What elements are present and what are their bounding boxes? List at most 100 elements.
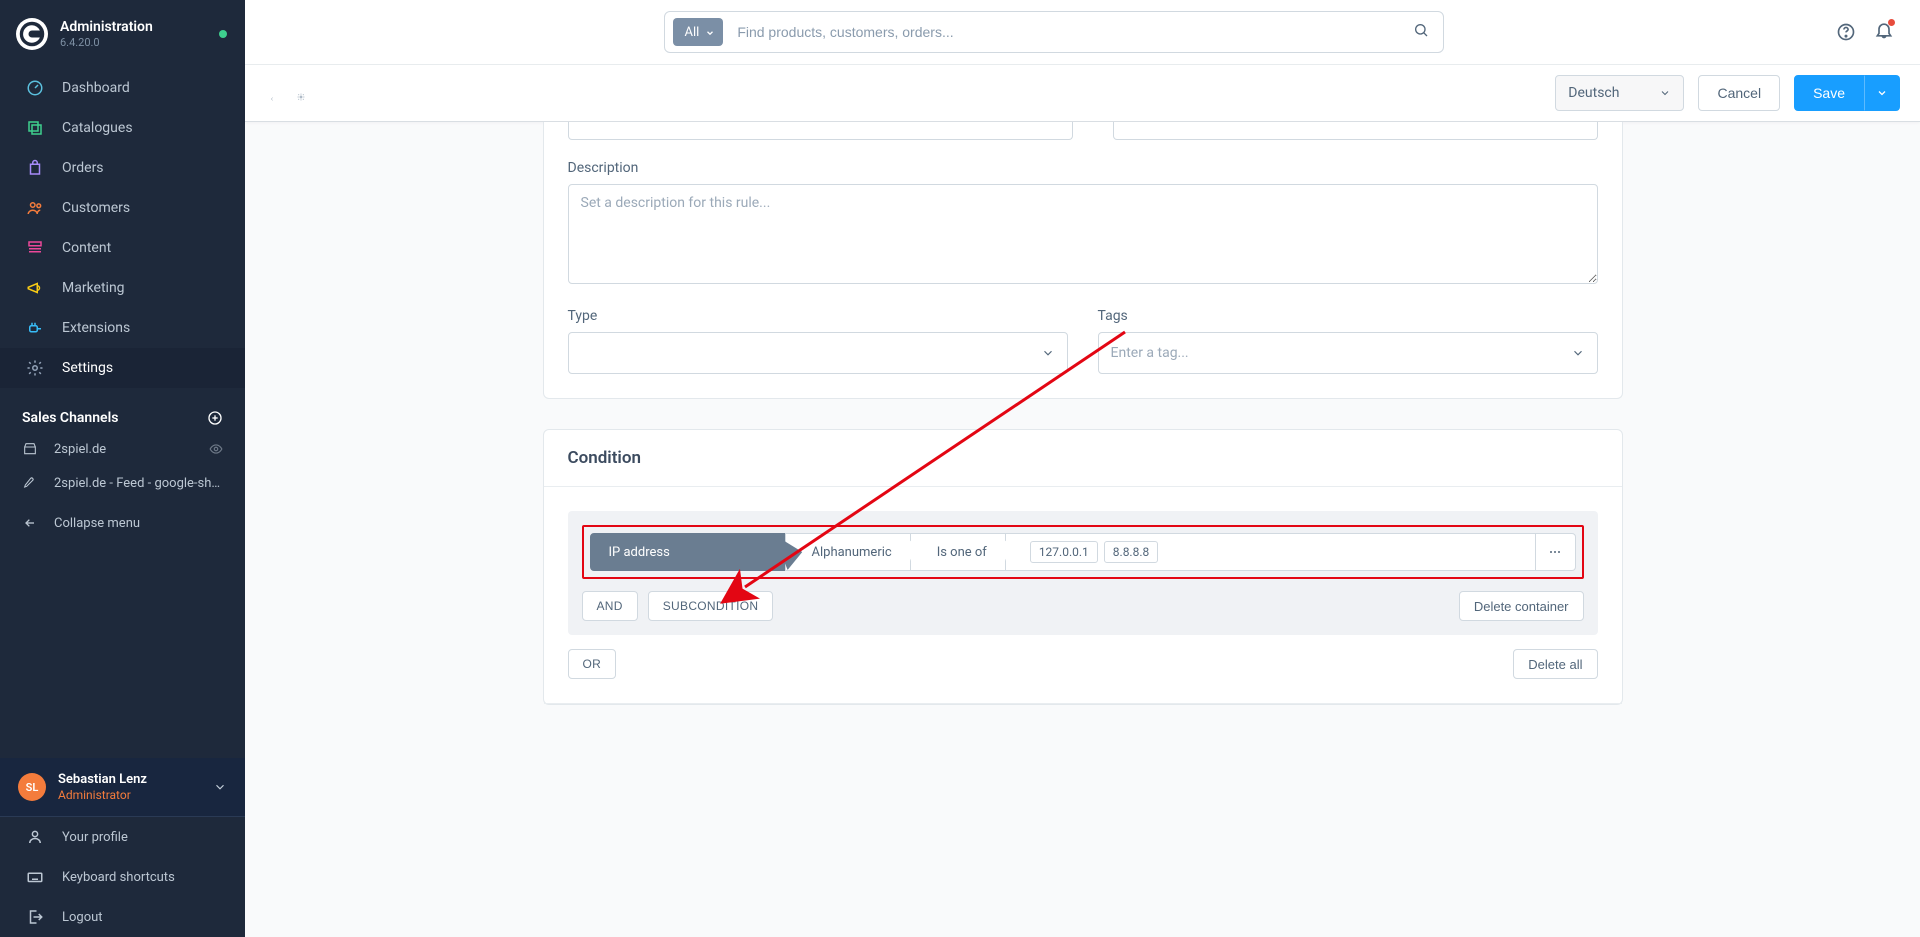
notifications-button[interactable] bbox=[1874, 20, 1894, 44]
type-label: Type bbox=[568, 308, 1068, 324]
tags-select[interactable]: Enter a tag... bbox=[1098, 332, 1598, 374]
channel-item[interactable]: 2spiel.de bbox=[0, 432, 245, 466]
chevron-down-icon bbox=[1041, 346, 1055, 360]
value-tag[interactable]: 127.0.0.1 bbox=[1030, 541, 1098, 563]
nav-content[interactable]: Content bbox=[0, 228, 245, 268]
rule-values-input[interactable]: 127.0.0.1 8.8.8.8 bbox=[1005, 533, 1536, 571]
chevron-down-icon bbox=[705, 27, 715, 37]
nav-marketing[interactable]: Marketing bbox=[0, 268, 245, 308]
subcondition-button[interactable]: SUBCONDITION bbox=[648, 591, 774, 621]
user-panel[interactable]: SL Sebastian Lenz Administrator bbox=[0, 758, 245, 816]
value-tag[interactable]: 8.8.8.8 bbox=[1104, 541, 1158, 563]
rule-field-label: IP address bbox=[609, 545, 670, 560]
sidebar-header: Administration 6.4.20.0 bbox=[0, 0, 245, 68]
language-label: Deutsch bbox=[1568, 85, 1619, 101]
tags-placeholder: Enter a tag... bbox=[1111, 345, 1189, 361]
keyboard-icon bbox=[26, 868, 44, 886]
priority-input-stub[interactable] bbox=[1113, 122, 1598, 140]
nav-label: Settings bbox=[62, 360, 113, 376]
cancel-button[interactable]: Cancel bbox=[1698, 75, 1780, 111]
delete-container-button[interactable]: Delete container bbox=[1459, 591, 1584, 621]
description-label: Description bbox=[568, 160, 1598, 176]
chevron-down-icon bbox=[213, 780, 227, 794]
searchbar: All bbox=[664, 11, 1444, 53]
nav-customers[interactable]: Customers bbox=[0, 188, 245, 228]
add-channel-icon[interactable] bbox=[207, 410, 223, 426]
save-dropdown-button[interactable] bbox=[1864, 75, 1900, 111]
rule-operator-label: Is one of bbox=[937, 545, 987, 560]
content-scroll[interactable]: Description Type Tags bbox=[245, 122, 1920, 937]
help-icon[interactable] bbox=[1836, 22, 1856, 42]
person-icon bbox=[26, 828, 44, 846]
topbar: All bbox=[245, 0, 1920, 65]
nav-label: Content bbox=[62, 240, 111, 256]
search-button[interactable] bbox=[1399, 22, 1443, 42]
nav-catalogues[interactable]: Catalogues bbox=[0, 108, 245, 148]
delete-all-button[interactable]: Delete all bbox=[1513, 649, 1597, 679]
or-button[interactable]: OR bbox=[568, 649, 617, 679]
section-label: Sales Channels bbox=[22, 410, 118, 426]
collapse-label: Collapse menu bbox=[54, 516, 140, 531]
nav-label: Extensions bbox=[62, 320, 130, 336]
back-button[interactable] bbox=[265, 86, 279, 100]
users-icon bbox=[26, 199, 44, 217]
collapse-menu[interactable]: Collapse menu bbox=[0, 506, 245, 540]
admin-title: Administration bbox=[60, 19, 153, 36]
annotation-highlight: IP address Alphanumeric Is one of bbox=[582, 525, 1584, 579]
rule-context-menu[interactable] bbox=[1536, 533, 1576, 571]
name-input-stub[interactable] bbox=[568, 122, 1073, 140]
more-icon bbox=[1547, 544, 1563, 560]
search-icon bbox=[1413, 22, 1429, 38]
description-textarea[interactable] bbox=[568, 184, 1598, 284]
sidebar: Administration 6.4.20.0 Dashboard Catalo… bbox=[0, 0, 245, 937]
save-button[interactable]: Save bbox=[1794, 75, 1864, 111]
footer-shortcuts[interactable]: Keyboard shortcuts bbox=[0, 857, 245, 897]
condition-group: IP address Alphanumeric Is one of bbox=[568, 511, 1598, 635]
box-icon bbox=[26, 119, 44, 137]
status-indicator bbox=[219, 30, 227, 38]
bag-icon bbox=[26, 159, 44, 177]
notification-dot bbox=[1888, 19, 1895, 26]
actionbar: Deutsch Cancel Save bbox=[245, 65, 1920, 122]
user-role: Administrator bbox=[58, 788, 147, 802]
channel-label: 2spiel.de bbox=[54, 442, 193, 457]
nav-extensions[interactable]: Extensions bbox=[0, 308, 245, 348]
footer-logout[interactable]: Logout bbox=[0, 897, 245, 937]
nav-label: Orders bbox=[62, 160, 104, 176]
and-button[interactable]: AND bbox=[582, 591, 638, 621]
footer-profile[interactable]: Your profile bbox=[0, 817, 245, 857]
page-settings-button[interactable] bbox=[293, 85, 309, 101]
rocket-icon bbox=[22, 475, 38, 491]
footer-nav: Your profile Keyboard shortcuts Logout bbox=[0, 816, 245, 937]
channel-label: 2spiel.de - Feed - google-shoppi... bbox=[54, 476, 223, 491]
footer-label: Your profile bbox=[62, 830, 128, 845]
search-input[interactable] bbox=[723, 24, 1398, 40]
nav-settings[interactable]: Settings bbox=[0, 348, 245, 388]
tags-label: Tags bbox=[1098, 308, 1598, 324]
chevron-down-icon bbox=[1876, 87, 1888, 99]
save-button-group: Save bbox=[1794, 75, 1900, 111]
condition-title: Condition bbox=[544, 430, 1622, 487]
rule-type-select[interactable]: Alphanumeric bbox=[785, 533, 910, 571]
chevron-down-icon bbox=[1571, 346, 1585, 360]
channel-item[interactable]: 2spiel.de - Feed - google-shoppi... bbox=[0, 466, 245, 500]
search-scope[interactable]: All bbox=[673, 18, 724, 46]
eye-icon[interactable] bbox=[209, 442, 223, 456]
storefront-icon bbox=[22, 441, 38, 457]
nav-dashboard[interactable]: Dashboard bbox=[0, 68, 245, 108]
main-nav: Dashboard Catalogues Orders Customers Co… bbox=[0, 68, 245, 388]
nav-orders[interactable]: Orders bbox=[0, 148, 245, 188]
gauge-icon bbox=[26, 79, 44, 97]
language-select[interactable]: Deutsch bbox=[1555, 75, 1684, 111]
condition-rule-row: IP address Alphanumeric Is one of bbox=[590, 533, 1576, 571]
nav-label: Dashboard bbox=[62, 80, 130, 96]
rule-field-select[interactable]: IP address bbox=[590, 533, 785, 571]
rule-type-label: Alphanumeric bbox=[812, 545, 892, 560]
type-select[interactable] bbox=[568, 332, 1068, 374]
sales-channels-heading: Sales Channels bbox=[0, 388, 245, 432]
condition-card: Condition IP address Alphanumeric bbox=[543, 429, 1623, 705]
plug-icon bbox=[26, 319, 44, 337]
megaphone-icon bbox=[26, 279, 44, 297]
admin-version: 6.4.20.0 bbox=[60, 36, 153, 49]
footer-label: Logout bbox=[62, 910, 103, 925]
